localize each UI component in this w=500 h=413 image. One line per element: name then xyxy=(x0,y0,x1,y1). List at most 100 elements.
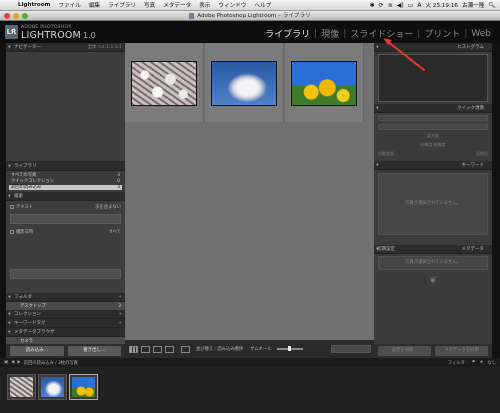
text-filter-rule[interactable]: 次を含まない xyxy=(95,204,121,210)
date-filter-checkbox[interactable] xyxy=(10,229,14,234)
keywording-label: キーワード xyxy=(461,163,485,168)
folder-item-count: 3 xyxy=(118,303,121,309)
menu-photo[interactable]: 写真 xyxy=(140,1,159,9)
module-slideshow[interactable]: スライドショー xyxy=(347,27,416,40)
import-button[interactable]: 読み込み... xyxy=(10,346,64,356)
module-library[interactable]: ライブラリ xyxy=(262,27,313,40)
qd-preset-select[interactable] xyxy=(378,114,488,121)
volume-icon[interactable]: ◀) xyxy=(397,2,404,9)
filmstrip-star-icon[interactable]: ★ xyxy=(480,360,484,365)
filmstrip-source[interactable]: 前回の読み込み / 3枚の写真 xyxy=(24,360,78,366)
qd-clarity-label[interactable]: 明瞭度 明瞭度 xyxy=(420,142,445,148)
menu-edit[interactable]: 編集 xyxy=(85,1,104,9)
menu-view[interactable]: 表示 xyxy=(195,1,214,9)
navigator-zoom-options[interactable]: 全体 ﾌｨﾙ 1:1 3:1 xyxy=(87,43,122,52)
add-folder-icon[interactable]: + xyxy=(118,293,122,302)
navigator-header[interactable]: ナビゲーター 全体 ﾌｨﾙ 1:1 3:1 xyxy=(6,43,125,52)
battery-icon[interactable]: ▭ xyxy=(408,2,414,9)
add-collection-icon[interactable]: + xyxy=(118,310,122,319)
menu-app[interactable]: Lightroom xyxy=(14,2,54,8)
window-title: Adobe Photoshop Lightroom – ライブラリ xyxy=(197,13,311,19)
wifi-icon[interactable]: ≋ xyxy=(388,2,393,9)
menu-help[interactable]: ヘルプ xyxy=(250,1,275,9)
sync-settings-button[interactable]: 設定を同期... xyxy=(378,346,431,356)
metadata-empty-text: 写真が選択されていません。 xyxy=(405,260,461,265)
keyword-tags-header[interactable]: キーワードタグ + xyxy=(6,319,125,329)
filmstrip-flag-icon[interactable]: ⚑ xyxy=(472,360,476,365)
histogram-header[interactable]: ヒストグラム xyxy=(374,43,492,52)
clock[interactable]: 火 23:19:16 xyxy=(425,1,458,9)
photo-thumbnail-sunflowers[interactable] xyxy=(291,61,357,106)
survey-view-icon[interactable] xyxy=(165,345,174,353)
sort-order-selector[interactable]: 並び替え : 読み込み順序 xyxy=(196,346,243,352)
grid-view-icon[interactable] xyxy=(129,345,138,353)
library-item-previous-import[interactable]: 前回の読み込み 3 xyxy=(9,184,122,191)
right-panel-toggle[interactable] xyxy=(492,43,500,358)
quick-develop-header[interactable]: クイック現像 xyxy=(374,104,492,113)
date-range-field[interactable] xyxy=(10,269,121,280)
toolbar-content-menu[interactable] xyxy=(331,345,371,353)
input-menu-icon[interactable]: A xyxy=(417,2,421,9)
qd-reset-button[interactable]: 初期化 xyxy=(476,151,488,157)
bluetooth-icon[interactable]: ✱ xyxy=(370,2,375,9)
sync-icon[interactable]: ⟳ xyxy=(379,2,384,9)
module-web[interactable]: Web xyxy=(468,29,494,39)
filmstrip-view-icon[interactable]: ▣ xyxy=(4,360,8,365)
text-filter-input[interactable] xyxy=(10,214,121,225)
metadata-header[interactable]: 初期設定 メタデータ xyxy=(374,245,492,254)
module-print[interactable]: プリント xyxy=(421,27,463,40)
library-item-count: 3 xyxy=(117,184,120,190)
filmstrip xyxy=(0,367,500,413)
thumbnail-size-slider[interactable] xyxy=(276,346,303,351)
filmstrip-forward-icon[interactable]: ▶ xyxy=(17,360,20,365)
menu-file[interactable]: ファイル xyxy=(54,1,84,9)
filmstrip-back-icon[interactable]: ◀ xyxy=(11,360,14,365)
metadata-area: 写真が選択されていません。 xyxy=(378,256,488,270)
identity-plate-bar: LR ADOBE PHOTOSHOP LIGHTROOM 1.0 ライブラリ |… xyxy=(0,21,500,43)
keywording-empty-text: 写真が選択されていません。 xyxy=(405,201,461,206)
module-develop[interactable]: 現像 xyxy=(318,27,342,40)
compare-view-icon[interactable] xyxy=(153,345,162,353)
menu-metadata[interactable]: メタデータ xyxy=(159,1,195,9)
photo-thumbnail-blossom-sky[interactable] xyxy=(211,61,277,106)
filmstrip-thumbnail[interactable] xyxy=(38,374,67,400)
metadata-browser-header[interactable]: メタデータブラウザ xyxy=(6,328,125,338)
navigator-preview[interactable] xyxy=(6,52,125,162)
folders-header[interactable]: フォルダ + xyxy=(6,293,125,303)
sync-metadata-button[interactable]: メタデータを同期 xyxy=(435,346,488,356)
grid-cell[interactable] xyxy=(205,43,284,122)
metadata-browser-label: メタデータブラウザ xyxy=(14,330,55,336)
filmstrip-header: ▣ ◀ ▶ 前回の読み込み / 3枚の写真 フィルタ : ⚑ ★ なし xyxy=(0,358,500,367)
zoom-window-button[interactable] xyxy=(22,13,28,19)
qd-exposure-label[interactable]: 露光量 xyxy=(427,133,439,139)
painter-icon[interactable] xyxy=(181,345,190,353)
qd-wb-select[interactable] xyxy=(378,123,488,130)
grid-cell[interactable] xyxy=(285,43,364,122)
folder-item-label: デスクトップ xyxy=(20,304,46,310)
add-keyword-icon[interactable]: + xyxy=(118,319,122,328)
filmstrip-filter-value[interactable]: なし xyxy=(487,360,496,366)
loupe-view-icon[interactable] xyxy=(141,345,150,353)
metadata-preset[interactable]: 初期設定 xyxy=(377,245,395,254)
folder-item-desktop[interactable]: デスクトップ 3 xyxy=(6,302,125,311)
find-header[interactable]: 検索 xyxy=(6,192,125,202)
grid-cell[interactable] xyxy=(125,43,204,122)
right-panel-buttons: 設定を同期... メタデータを同期 xyxy=(374,344,492,358)
filmstrip-thumbnail[interactable] xyxy=(69,374,98,400)
spotlight-icon[interactable]: 🔍︎ xyxy=(488,2,496,9)
user-name[interactable]: 古瀬一隆 xyxy=(462,1,484,9)
menu-library[interactable]: ライブラリ xyxy=(104,1,140,9)
export-button[interactable]: 書き出し... xyxy=(67,346,121,356)
text-filter-checkbox[interactable] xyxy=(10,204,14,209)
collections-header[interactable]: コレクション + xyxy=(6,310,125,320)
menu-window[interactable]: ウィンドウ xyxy=(214,1,250,9)
minimize-window-button[interactable] xyxy=(13,13,19,19)
library-header[interactable]: ライブラリ xyxy=(6,162,125,171)
date-filter-rule[interactable]: すべて xyxy=(109,229,121,235)
close-window-button[interactable] xyxy=(4,13,10,19)
qd-auto-tone-button[interactable]: 自動階調 xyxy=(378,151,394,157)
keywording-area[interactable]: 写真が選択されていません。 xyxy=(378,173,488,235)
keywording-header[interactable]: キーワード xyxy=(374,161,492,170)
photo-thumbnail-cherry-blossom[interactable] xyxy=(131,61,197,106)
filmstrip-thumbnail[interactable] xyxy=(7,374,36,400)
